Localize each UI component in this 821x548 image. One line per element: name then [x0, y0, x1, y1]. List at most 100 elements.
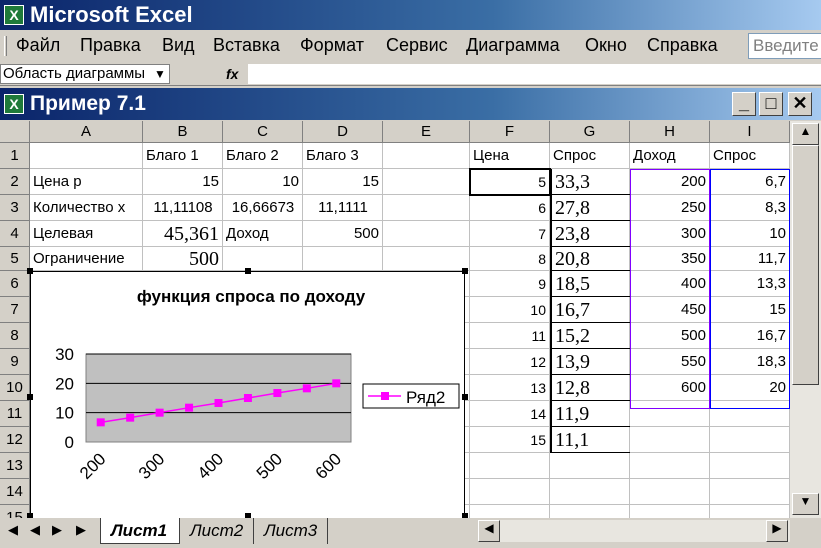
scroll-down-icon[interactable]: ▼: [792, 493, 819, 515]
name-box[interactable]: Область диаграммы: [0, 64, 170, 84]
chart-resize-handle[interactable]: [462, 394, 468, 400]
cell-g9[interactable]: 13,9: [550, 349, 630, 375]
column-header-e[interactable]: E: [383, 121, 470, 143]
chart-resize-handle[interactable]: [27, 394, 33, 400]
first-sheet-icon[interactable]: ◀: [8, 522, 18, 538]
minimize-button[interactable]: _: [732, 92, 756, 116]
cell-g2[interactable]: 33,3: [550, 169, 630, 195]
cell-g10[interactable]: 12,8: [550, 375, 630, 401]
cell-b3[interactable]: 11,11108: [143, 195, 223, 221]
row-header-3[interactable]: 3: [0, 195, 30, 221]
chart-resize-handle[interactable]: [462, 268, 468, 274]
tab-sheet3[interactable]: Лист3: [256, 518, 328, 544]
cell-c2[interactable]: 10: [223, 169, 303, 195]
cell-g4[interactable]: 23,8: [550, 221, 630, 247]
cell-f11[interactable]: 14: [470, 401, 550, 427]
cell-g1[interactable]: Спрос: [550, 143, 630, 169]
row-header-2[interactable]: 2: [0, 169, 30, 195]
cell-f3[interactable]: 6: [470, 195, 550, 221]
tab-sheet2[interactable]: Лист2: [182, 518, 254, 544]
row-header-11[interactable]: 11: [0, 401, 30, 427]
chart-area[interactable]: функция спроса по доходу 0 10 20 30 200 300 400…: [30, 271, 465, 518]
row-header-5[interactable]: 5: [0, 247, 30, 271]
cell-f9[interactable]: 12: [470, 349, 550, 375]
cell-b1[interactable]: Благо 1: [143, 143, 223, 169]
cell-f12[interactable]: 15: [470, 427, 550, 453]
menu-file[interactable]: Файл: [16, 35, 60, 56]
menu-window[interactable]: Окно: [585, 35, 627, 56]
vertical-scrollbar[interactable]: ▲ ▼: [790, 121, 821, 518]
chart-resize-handle[interactable]: [245, 268, 251, 274]
row-header-14[interactable]: 14: [0, 479, 30, 505]
active-cell-f2[interactable]: [469, 168, 551, 196]
menu-help[interactable]: Справка: [647, 35, 718, 56]
menu-grip[interactable]: [4, 36, 7, 56]
cell-f10[interactable]: 13: [470, 375, 550, 401]
cell-g6[interactable]: 18,5: [550, 271, 630, 297]
next-sheet-icon[interactable]: ▶: [52, 522, 62, 538]
cell-f8[interactable]: 11: [470, 323, 550, 349]
scroll-thumb[interactable]: [792, 145, 819, 385]
cell-a5[interactable]: Ограничение: [30, 247, 143, 271]
insert-function-icon[interactable]: fx: [226, 64, 246, 84]
last-sheet-icon[interactable]: ▶: [76, 522, 86, 538]
menu-tools[interactable]: Сервис: [386, 35, 448, 56]
cell-b2[interactable]: 15: [143, 169, 223, 195]
cell-f7[interactable]: 10: [470, 297, 550, 323]
scroll-left-icon[interactable]: ◀: [478, 520, 500, 542]
row-header-6[interactable]: 6: [0, 271, 30, 297]
row-header-4[interactable]: 4: [0, 221, 30, 247]
menu-view[interactable]: Вид: [162, 35, 195, 56]
cell-a2[interactable]: Цена р: [30, 169, 143, 195]
scroll-right-icon[interactable]: ▶: [766, 520, 788, 542]
row-header-10[interactable]: 10: [0, 375, 30, 401]
cell-b4[interactable]: 45,361: [143, 221, 223, 247]
column-header-i[interactable]: I: [710, 121, 790, 143]
cell-b5[interactable]: 500: [143, 247, 223, 271]
menu-insert[interactable]: Вставка: [213, 35, 280, 56]
help-question-input[interactable]: Введите вопрос: [748, 33, 821, 59]
cell-d4[interactable]: 500: [303, 221, 383, 247]
workbook-icon[interactable]: X: [4, 94, 24, 114]
row-header-7[interactable]: 7: [0, 297, 30, 323]
cell-g11[interactable]: 11,9: [550, 401, 630, 427]
column-header-f[interactable]: F: [470, 121, 550, 143]
column-header-h[interactable]: H: [630, 121, 710, 143]
cell-g5[interactable]: 20,8: [550, 247, 630, 271]
cell-c4[interactable]: Доход: [223, 221, 303, 247]
cell-d1[interactable]: Благо 3: [303, 143, 383, 169]
cell-d2[interactable]: 15: [303, 169, 383, 195]
horizontal-scrollbar[interactable]: ◀ ▶: [478, 520, 790, 542]
row-header-9[interactable]: 9: [0, 349, 30, 375]
column-header-c[interactable]: C: [223, 121, 303, 143]
row-header-12[interactable]: 12: [0, 427, 30, 453]
menu-format[interactable]: Формат: [300, 35, 364, 56]
cell-g3[interactable]: 27,8: [550, 195, 630, 221]
cell-f5[interactable]: 8: [470, 247, 550, 271]
cell-a4[interactable]: Целевая: [30, 221, 143, 247]
column-header-d[interactable]: D: [303, 121, 383, 143]
cell-g7[interactable]: 16,7: [550, 297, 630, 323]
cell-f1[interactable]: Цена: [470, 143, 550, 169]
menu-edit[interactable]: Правка: [80, 35, 141, 56]
worksheet-grid[interactable]: ABCDEFGHI 1 2 3 4 5 6 7 8 9 10 11 12 13 14 15 Благо 1Б…: [0, 121, 790, 518]
cell-g12[interactable]: 11,1: [550, 427, 630, 453]
cell-g8[interactable]: 15,2: [550, 323, 630, 349]
close-button[interactable]: ✕: [788, 92, 812, 116]
cell-i1[interactable]: Спрос: [710, 143, 790, 169]
row-header-8[interactable]: 8: [0, 323, 30, 349]
row-header-15[interactable]: 15: [0, 505, 30, 518]
cell-a3[interactable]: Количество x: [30, 195, 143, 221]
menu-chart[interactable]: Диаграмма: [466, 35, 560, 56]
tab-sheet1[interactable]: Лист1: [100, 518, 180, 544]
select-all-corner[interactable]: [0, 121, 30, 143]
scroll-up-icon[interactable]: ▲: [792, 123, 819, 145]
cell-d3[interactable]: 11,1111: [303, 195, 383, 221]
cell-f6[interactable]: 9: [470, 271, 550, 297]
cell-h1[interactable]: Доход: [630, 143, 710, 169]
cell-f4[interactable]: 7: [470, 221, 550, 247]
row-header-1[interactable]: 1: [0, 143, 30, 169]
name-box-dropdown-icon[interactable]: ▼: [150, 64, 170, 84]
column-header-b[interactable]: B: [143, 121, 223, 143]
column-header-g[interactable]: G: [550, 121, 630, 143]
